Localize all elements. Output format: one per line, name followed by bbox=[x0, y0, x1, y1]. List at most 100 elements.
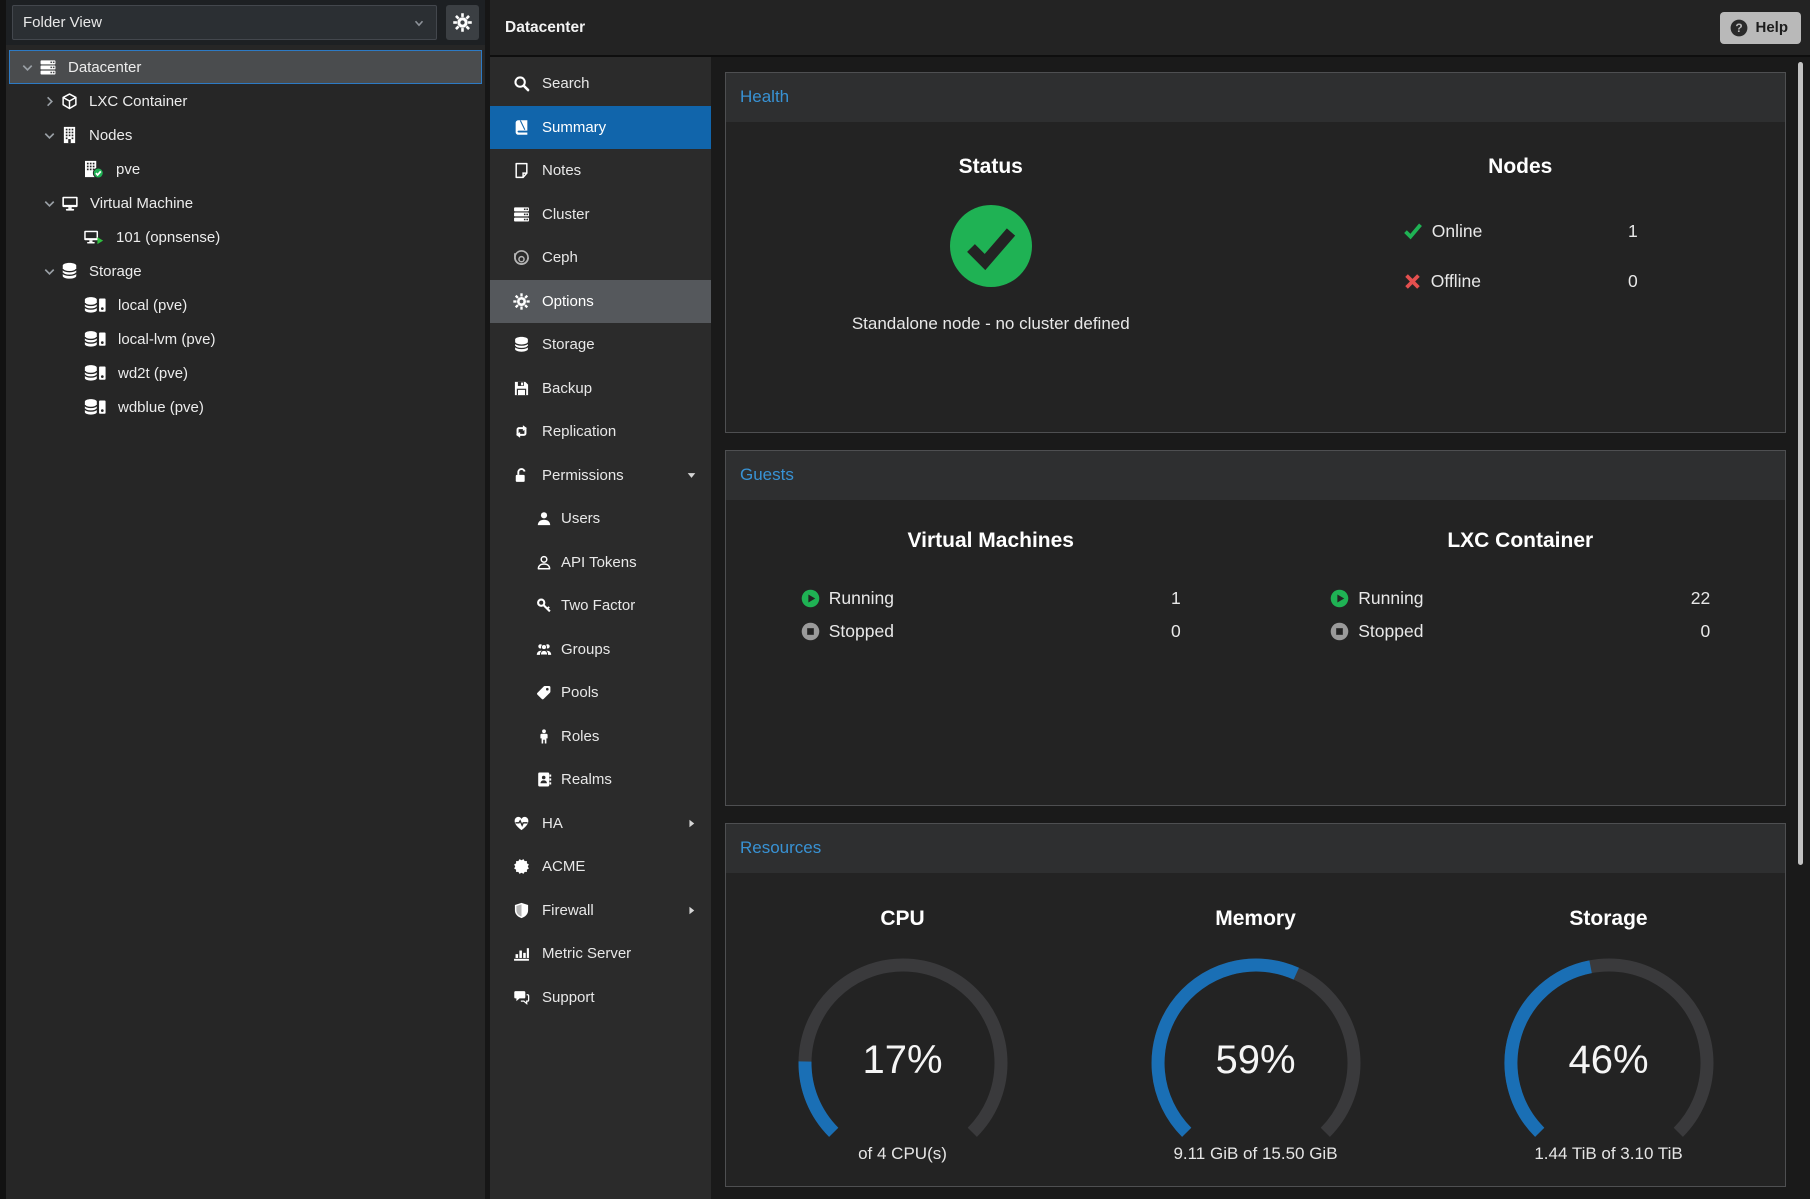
menu-item-groups[interactable]: Groups bbox=[490, 628, 711, 672]
caret-down-icon bbox=[686, 470, 697, 481]
tree-item-vm-101[interactable]: 101 (opnsense) bbox=[6, 220, 485, 254]
tree-item-label: local-lvm (pve) bbox=[118, 331, 216, 348]
note-icon bbox=[512, 162, 531, 179]
desktop-icon bbox=[60, 195, 80, 212]
menu-item-ha[interactable]: HA bbox=[490, 802, 711, 846]
tree-item-label: 101 (opnsense) bbox=[116, 229, 220, 246]
menu-item-ceph[interactable]: Ceph bbox=[490, 236, 711, 280]
vm-heading: Virtual Machines bbox=[726, 528, 1256, 554]
running-label: Running bbox=[1358, 588, 1423, 609]
database-drive-icon bbox=[82, 296, 108, 314]
memory-detail: 9.11 GiB of 15.50 GiB bbox=[1079, 1144, 1432, 1164]
menu-item-label: Metric Server bbox=[542, 945, 631, 962]
resource-tree: Datacenter LXC Container Nodes bbox=[6, 45, 485, 424]
menu-item-label: Options bbox=[542, 293, 594, 310]
tree-item-storage-wdblue[interactable]: wdblue (pve) bbox=[6, 390, 485, 424]
building-check-icon bbox=[82, 160, 106, 178]
heartbeat-icon bbox=[512, 815, 531, 832]
menu-item-support[interactable]: Support bbox=[490, 976, 711, 1020]
tree-settings-button[interactable] bbox=[446, 5, 479, 40]
cluster-status-column: Status Standalone node - no cluster defi… bbox=[726, 122, 1256, 432]
menu-item-acme[interactable]: ACME bbox=[490, 845, 711, 889]
menu-item-pools[interactable]: Pools bbox=[490, 671, 711, 715]
guests-panel: Guests Virtual Machines Running 1 bbox=[725, 450, 1786, 806]
tag-icon bbox=[536, 684, 552, 701]
menu-item-label: HA bbox=[542, 815, 563, 832]
tree-item-storage[interactable]: Storage bbox=[6, 254, 485, 288]
menu-item-label: Cluster bbox=[542, 206, 590, 223]
caret-right-icon bbox=[686, 905, 697, 916]
menu-item-options[interactable]: Options bbox=[490, 280, 711, 324]
menu-item-users[interactable]: Users bbox=[490, 497, 711, 541]
help-label: Help bbox=[1755, 19, 1788, 36]
menu-item-label: Support bbox=[542, 989, 595, 1006]
stop-circle-icon bbox=[1330, 622, 1349, 641]
menu-item-label: Realms bbox=[561, 771, 612, 788]
caret-expanded-icon bbox=[42, 128, 57, 143]
database-drive-icon bbox=[82, 398, 108, 416]
vm-running-value: 1 bbox=[1171, 588, 1181, 609]
tree-item-nodes[interactable]: Nodes bbox=[6, 118, 485, 152]
memory-gauge-column: Memory 59% 9.11 GiB of 15.50 GiB bbox=[1079, 874, 1432, 1186]
menu-item-label: Users bbox=[561, 510, 600, 527]
menu-item-label: Firewall bbox=[542, 902, 594, 919]
tree-item-label: wdblue (pve) bbox=[118, 399, 204, 416]
menu-item-api-tokens[interactable]: API Tokens bbox=[490, 541, 711, 585]
menu-item-storage[interactable]: Storage bbox=[490, 323, 711, 367]
tree-toolbar: Folder View bbox=[6, 0, 485, 45]
tree-item-label: Nodes bbox=[89, 127, 132, 144]
menu-item-replication[interactable]: Replication bbox=[490, 410, 711, 454]
cpu-gauge-column: CPU 17% of 4 CPU(s) bbox=[726, 874, 1079, 1186]
gear-icon bbox=[512, 293, 531, 310]
proxmox-app: Folder View Datacenter bbox=[0, 0, 1810, 1199]
menu-item-permissions[interactable]: Permissions bbox=[490, 454, 711, 498]
storage-heading: Storage bbox=[1432, 906, 1785, 932]
user-outline-icon bbox=[536, 554, 552, 571]
menu-item-realms[interactable]: Realms bbox=[490, 758, 711, 802]
tree-item-storage-wd2t[interactable]: wd2t (pve) bbox=[6, 356, 485, 390]
health-panel-title: Health bbox=[740, 87, 789, 106]
menu-item-two-factor[interactable]: Two Factor bbox=[490, 584, 711, 628]
menu-item-cluster[interactable]: Cluster bbox=[490, 193, 711, 237]
storage-gauge: 46% bbox=[1489, 948, 1729, 1140]
menu-item-roles[interactable]: Roles bbox=[490, 715, 711, 759]
tree-item-virtual-machine[interactable]: Virtual Machine bbox=[6, 186, 485, 220]
menu-item-backup[interactable]: Backup bbox=[490, 367, 711, 411]
menu-item-label: Pools bbox=[561, 684, 599, 701]
menu-item-firewall[interactable]: Firewall bbox=[490, 889, 711, 933]
tree-item-label: local (pve) bbox=[118, 297, 187, 314]
replication-icon bbox=[512, 423, 531, 440]
menu-item-metric-server[interactable]: Metric Server bbox=[490, 932, 711, 976]
address-book-icon bbox=[536, 771, 552, 788]
question-circle-icon: ? bbox=[1730, 19, 1748, 37]
nodes-status-column: Nodes Online 1 Offline 0 bbox=[1256, 122, 1786, 432]
menu-item-label: Groups bbox=[561, 641, 610, 658]
guests-panel-header: Guests bbox=[726, 451, 1785, 500]
ceph-icon bbox=[512, 249, 531, 266]
menu-item-label: Summary bbox=[542, 119, 606, 136]
memory-heading: Memory bbox=[1079, 906, 1432, 932]
tree-item-pve[interactable]: pve bbox=[6, 152, 485, 186]
chevron-down-icon bbox=[412, 16, 426, 30]
stopped-label: Stopped bbox=[829, 621, 894, 642]
nodes-offline-row: Offline 0 bbox=[1403, 256, 1638, 306]
help-button[interactable]: ? Help bbox=[1720, 12, 1801, 44]
tree-item-lxc-container[interactable]: LXC Container bbox=[6, 84, 485, 118]
menu-item-summary[interactable]: Summary bbox=[490, 106, 711, 150]
view-mode-select[interactable]: Folder View bbox=[12, 5, 437, 40]
shield-icon bbox=[512, 902, 531, 919]
tree-item-storage-local-lvm[interactable]: local-lvm (pve) bbox=[6, 322, 485, 356]
menu-item-notes[interactable]: Notes bbox=[490, 149, 711, 193]
resource-tree-panel: Folder View Datacenter bbox=[0, 0, 490, 1199]
memory-percent: 59% bbox=[1136, 1038, 1376, 1083]
offline-label: Offline bbox=[1431, 271, 1481, 292]
vm-guests-column: Virtual Machines Running 1 Stopped bbox=[726, 500, 1256, 805]
menu-item-label: API Tokens bbox=[561, 554, 637, 571]
database-icon bbox=[512, 336, 531, 353]
menu-item-search[interactable]: Search bbox=[490, 62, 711, 106]
svg-text:?: ? bbox=[1736, 21, 1743, 35]
resources-panel: Resources CPU 17% of 4 CPU(s) Memo bbox=[725, 823, 1786, 1187]
tree-item-datacenter[interactable]: Datacenter bbox=[9, 50, 482, 84]
tree-item-storage-local[interactable]: local (pve) bbox=[6, 288, 485, 322]
vertical-scrollbar[interactable] bbox=[1798, 62, 1803, 865]
